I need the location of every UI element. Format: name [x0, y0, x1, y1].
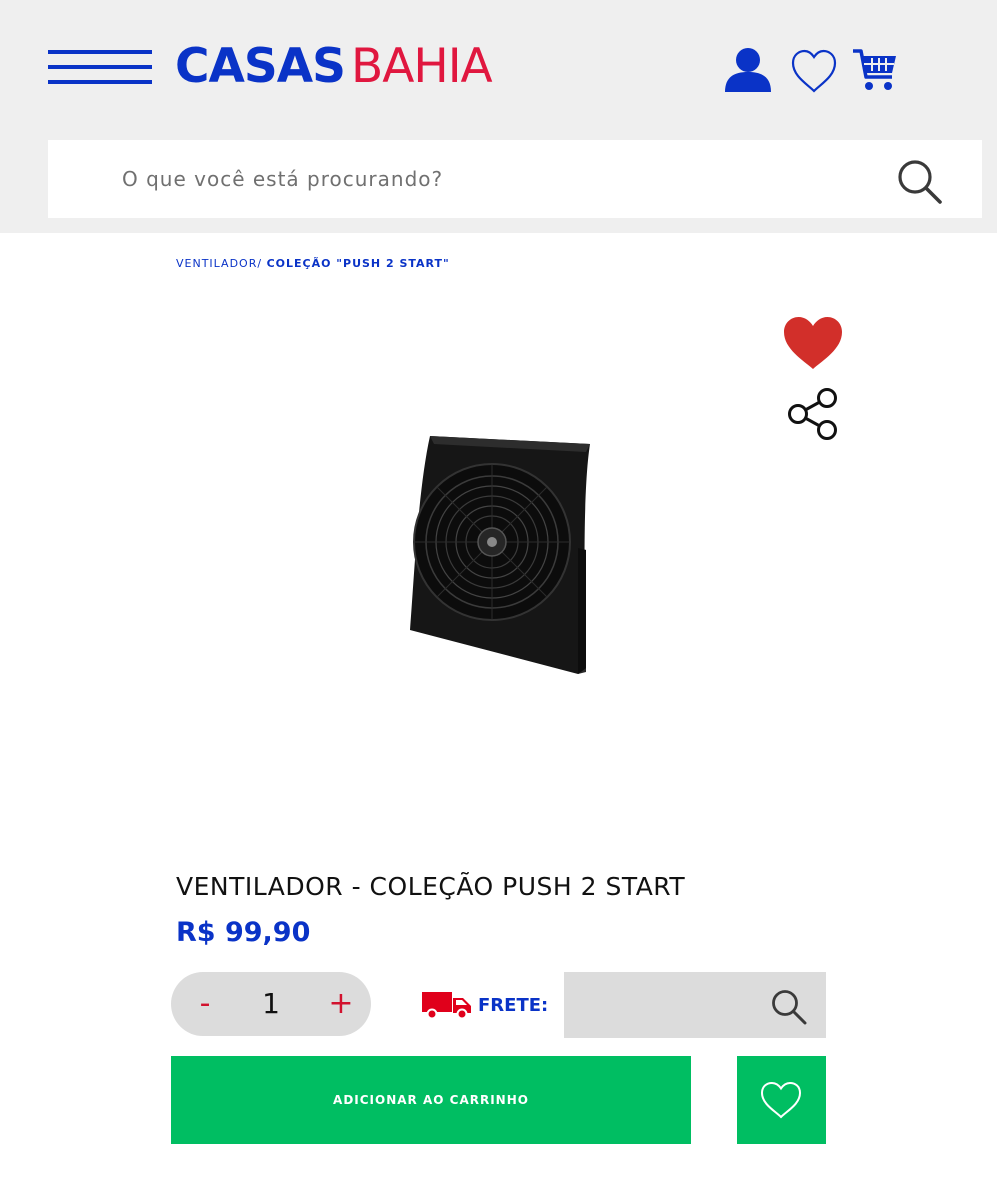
product-title: VENTILADOR - COLEÇÃO PUSH 2 START — [176, 872, 686, 901]
breadcrumb-current: COLEÇÃO "PUSH 2 START" — [266, 257, 450, 270]
menu-icon[interactable] — [48, 50, 152, 84]
shipping-label: FRETE: — [478, 994, 549, 1016]
favorite-heart-icon[interactable] — [782, 315, 844, 375]
heart-icon[interactable] — [790, 48, 838, 94]
shipping-search-icon[interactable] — [770, 988, 808, 1026]
heart-outline-icon — [760, 1081, 802, 1119]
quantity-decrease-button[interactable]: - — [185, 982, 225, 1026]
shipping-label-group: FRETE: — [422, 988, 548, 1022]
logo[interactable]: CASAS BAHIA — [175, 39, 493, 94]
cart-icon[interactable] — [852, 47, 898, 93]
site-header: CASAS BAHIA — [0, 0, 997, 233]
add-to-cart-button[interactable]: ADICIONAR AO CARRINHO — [171, 1056, 691, 1144]
user-icon[interactable] — [724, 47, 772, 93]
product-image[interactable] — [400, 430, 600, 680]
search-bar — [48, 140, 982, 218]
search-input[interactable] — [122, 140, 882, 218]
breadcrumb: VENTILADOR/ COLEÇÃO "PUSH 2 START" — [176, 257, 450, 270]
truck-icon — [422, 992, 471, 1020]
breadcrumb-parent[interactable]: VENTILADOR/ — [176, 257, 262, 270]
quantity-increase-button[interactable]: + — [321, 982, 361, 1026]
shipping-cep-box — [564, 972, 826, 1038]
quantity-value[interactable]: 1 — [241, 982, 301, 1026]
logo-casas-text: CASAS — [175, 39, 346, 94]
product-price: R$ 99,90 — [176, 917, 311, 948]
add-to-wishlist-button[interactable] — [737, 1056, 826, 1144]
share-icon[interactable] — [786, 387, 840, 445]
search-icon[interactable] — [896, 158, 944, 206]
quantity-stepper: - 1 + — [171, 972, 371, 1036]
logo-bahia-text: BAHIA — [350, 39, 493, 94]
shipping-cep-input[interactable] — [574, 972, 764, 1038]
